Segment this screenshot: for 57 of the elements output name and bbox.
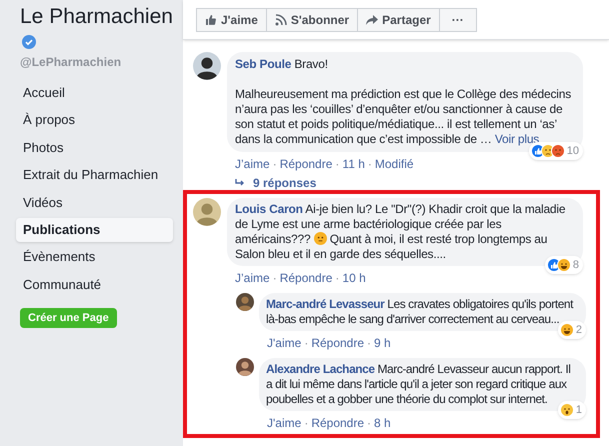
- like-link[interactable]: J’aime: [235, 157, 270, 171]
- reply-link[interactable]: Répondre: [311, 416, 364, 430]
- timestamp: 11 h: [342, 157, 365, 171]
- separator-dot: ·: [272, 271, 277, 285]
- timestamp: 9 h: [374, 336, 391, 350]
- like-link[interactable]: J’aime: [235, 271, 270, 285]
- nav-item[interactable]: Vidéos: [16, 190, 173, 215]
- separator-dot: ·: [368, 157, 372, 171]
- reply-link[interactable]: Répondre: [280, 157, 332, 171]
- rss-icon: [274, 14, 287, 26]
- nav-item[interactable]: Accueil: [16, 81, 173, 105]
- nav-item[interactable]: Photos: [16, 136, 173, 160]
- emoji-icon: [560, 402, 574, 417]
- timestamp: 8 h: [374, 416, 391, 430]
- page-handle: @LePharmachien: [20, 54, 122, 71]
- separator-dot: ·: [335, 271, 340, 285]
- nav-item[interactable]: Extrait du Pharmachien: [16, 163, 173, 188]
- reaction-count: 1: [576, 402, 583, 418]
- avatar[interactable]: [236, 358, 254, 376]
- reaction-count: 2: [576, 322, 583, 338]
- emoji-icon: [556, 258, 571, 272]
- thumbs-up-icon: [205, 14, 217, 26]
- emoji-icon: [550, 144, 565, 158]
- reaction-count: 10: [566, 144, 580, 158]
- separator-dot: ·: [367, 336, 372, 350]
- author-link[interactable]: Louis Caron: [235, 202, 303, 216]
- like-link[interactable]: J'aime: [267, 416, 302, 430]
- edited-label[interactable]: Modifié: [374, 157, 414, 171]
- avatar[interactable]: [193, 52, 221, 80]
- separator-dot: ·: [304, 416, 308, 430]
- share-arrow-icon: [366, 14, 378, 26]
- separator-dot: ·: [272, 157, 277, 171]
- nav-item[interactable]: Communauté: [16, 272, 173, 297]
- avatar[interactable]: [236, 293, 254, 311]
- follow-button[interactable]: S'abonner: [266, 8, 358, 32]
- comment-text: Seb Poule Bravo!: [235, 57, 329, 72]
- separator-dot: ·: [335, 157, 340, 171]
- reply-link[interactable]: Répondre: [280, 271, 332, 285]
- nav-item[interactable]: À propos: [16, 108, 173, 132]
- author-link[interactable]: Seb Poule: [235, 57, 292, 71]
- like-button[interactable]: J'aime: [196, 8, 267, 32]
- share-button[interactable]: Partager: [357, 8, 440, 32]
- reply-arrow-icon: [235, 178, 245, 186]
- nav-item[interactable]: Évènements: [16, 245, 173, 270]
- emoji-icon: [560, 322, 574, 337]
- page-name: Le Pharmachien: [20, 4, 173, 30]
- nav-item[interactable]: Publications: [16, 218, 173, 242]
- like-link[interactable]: J'aime: [267, 336, 302, 350]
- separator-dot: ·: [367, 416, 372, 430]
- timestamp: 10 h: [342, 271, 366, 285]
- more-button[interactable]: ···: [438, 8, 477, 32]
- reply-link[interactable]: Répondre: [311, 336, 364, 350]
- separator-dot: ·: [304, 336, 308, 350]
- author-link[interactable]: Alexandre Lachance: [266, 362, 375, 376]
- author-link[interactable]: Marc-andré Levasseur: [266, 297, 384, 311]
- replies-link[interactable]: 9 réponses: [253, 174, 316, 192]
- reaction-count: 8: [572, 258, 580, 272]
